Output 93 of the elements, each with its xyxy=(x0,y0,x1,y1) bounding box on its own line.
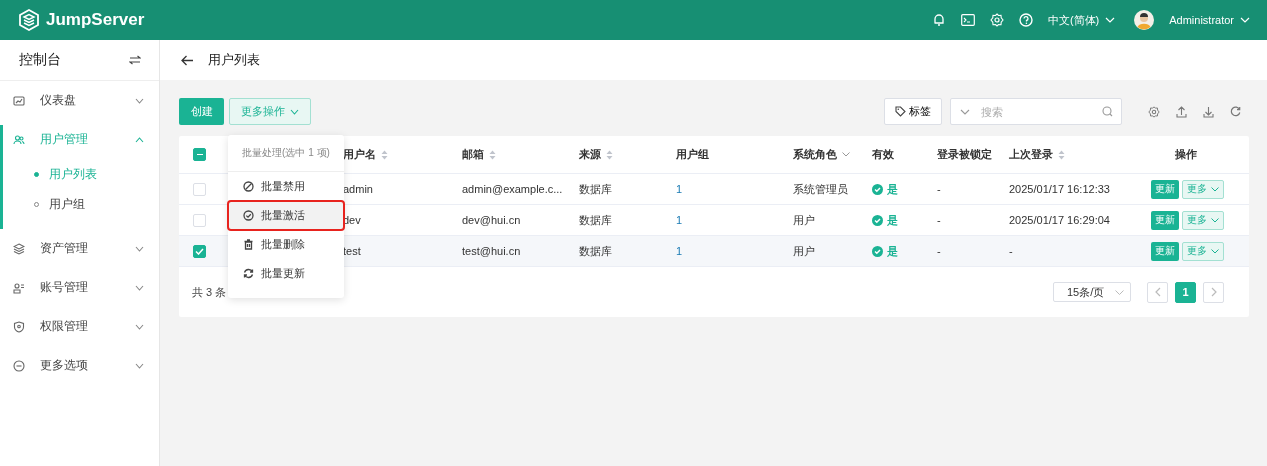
table-cell: 用户 xyxy=(793,243,815,259)
table-cell: - xyxy=(937,183,941,195)
table-cell[interactable]: 1 xyxy=(676,245,683,257)
user-menu[interactable]: Administrator xyxy=(1169,14,1250,26)
upload-icon[interactable] xyxy=(1176,105,1187,118)
table-cell: test@hui.cn xyxy=(462,245,521,257)
menu-item[interactable]: 批量更新 xyxy=(228,259,344,288)
users-icon xyxy=(13,133,25,146)
column-header[interactable]: 邮箱 xyxy=(453,147,570,162)
download-icon[interactable] xyxy=(1203,105,1214,118)
logo-icon xyxy=(18,9,40,31)
chevron-down-icon xyxy=(1211,248,1219,254)
column-header[interactable]: 用户组 xyxy=(667,147,784,162)
table-cell: admin xyxy=(343,183,373,195)
check-circle-icon xyxy=(872,245,883,257)
column-header[interactable]: 系统角色 xyxy=(784,147,863,162)
id-card-icon xyxy=(13,281,25,294)
table-cell: 数据库 xyxy=(579,181,612,197)
column-header[interactable]: 上次登录 xyxy=(1000,147,1122,162)
table-cell[interactable]: 1 xyxy=(676,183,683,195)
nav-item[interactable]: 权限管理 xyxy=(0,307,159,346)
table-cell: 是 xyxy=(887,181,898,197)
shield-icon xyxy=(13,320,25,333)
table-cell: 2025/01/17 16:29:04 xyxy=(1009,214,1110,226)
menu-item[interactable]: 批量删除 xyxy=(228,230,344,259)
search-field[interactable]: 搜索 xyxy=(950,98,1122,125)
chevron-down-icon xyxy=(1211,217,1219,223)
nav-item[interactable]: 账号管理 xyxy=(0,268,159,307)
minus-circle-icon xyxy=(13,359,25,372)
check-circle-icon xyxy=(872,214,883,226)
check-circle-icon xyxy=(872,183,883,195)
nav-item[interactable]: 资产管理 xyxy=(0,229,159,268)
chevron-down-icon xyxy=(1211,186,1219,192)
terminal-icon[interactable] xyxy=(960,14,975,26)
chevron-down-icon[interactable] xyxy=(960,109,970,115)
bell-icon[interactable] xyxy=(931,13,946,27)
settings-icon[interactable] xyxy=(1148,105,1160,118)
chart-icon xyxy=(13,94,25,107)
avatar-icon[interactable] xyxy=(1134,10,1155,30)
back-arrow-icon[interactable] xyxy=(181,54,194,66)
column-header[interactable]: 登录被锁定 xyxy=(928,147,1000,162)
table-cell: - xyxy=(937,245,941,257)
check-circle-icon xyxy=(243,210,254,221)
column-header[interactable]: 来源 xyxy=(570,147,667,162)
table-cell: 数据库 xyxy=(579,243,612,259)
sort-icon[interactable] xyxy=(489,149,496,160)
row-checkbox[interactable] xyxy=(193,244,206,258)
help-icon[interactable] xyxy=(1018,13,1033,27)
chevron-down-icon[interactable] xyxy=(842,152,850,157)
sidebar-title: 控制台 xyxy=(19,51,61,69)
chevron-down-icon xyxy=(1115,289,1124,295)
sort-icon[interactable] xyxy=(381,149,388,160)
chevron-right-icon xyxy=(1210,287,1217,297)
table-cell: - xyxy=(1009,245,1013,257)
menu-item[interactable]: 批量禁用 xyxy=(228,172,344,201)
language-dropdown[interactable]: 中文(简体) xyxy=(1047,12,1116,28)
refresh-icon xyxy=(243,268,254,279)
menu-item[interactable]: 批量激活 xyxy=(228,201,344,230)
tag-icon xyxy=(895,106,906,117)
page-size-select[interactable]: 15条/页 xyxy=(1053,282,1131,302)
table-cell[interactable]: 1 xyxy=(676,214,683,226)
table-cell: 是 xyxy=(887,243,898,259)
table-cell: 用户 xyxy=(793,212,815,228)
chevron-down-icon xyxy=(1240,17,1250,23)
tag-button[interactable]: 标签 xyxy=(884,98,942,125)
table-cell: 2025/01/17 16:12:33 xyxy=(1009,183,1110,195)
sort-icon[interactable] xyxy=(606,149,613,160)
nav-subitem[interactable]: 用户组 xyxy=(0,189,159,219)
chevron-down-icon xyxy=(1105,17,1116,23)
column-header[interactable]: 操作 xyxy=(1122,147,1249,162)
table-cell: test xyxy=(343,245,361,257)
layers-icon xyxy=(13,242,25,255)
nav-item[interactable]: 仪表盘 xyxy=(0,81,159,120)
table-cell: - xyxy=(937,214,941,226)
nav-item[interactable]: 更多选项 xyxy=(0,346,159,385)
trash-icon xyxy=(243,239,254,250)
table-cell: admin@example.c... xyxy=(462,183,563,195)
chevron-left-icon xyxy=(1154,287,1161,297)
column-header[interactable]: 有效 xyxy=(863,147,928,162)
table-cell: dev@hui.cn xyxy=(462,214,521,226)
table-cell: 系统管理员 xyxy=(793,181,848,197)
page-title: 用户列表 xyxy=(208,51,260,69)
total-count: 共 3 条 xyxy=(192,284,227,300)
table-cell: 是 xyxy=(887,212,898,228)
sort-icon[interactable] xyxy=(1058,149,1065,160)
app-logo: JumpServer xyxy=(46,10,145,30)
ban-icon xyxy=(243,181,254,192)
refresh-icon[interactable] xyxy=(1230,106,1241,117)
search-icon[interactable] xyxy=(1102,106,1113,117)
switch-icon[interactable] xyxy=(129,55,141,65)
table-cell: 数据库 xyxy=(579,212,612,228)
chevron-down-icon xyxy=(290,108,299,115)
select-all-checkbox[interactable] xyxy=(193,148,206,161)
